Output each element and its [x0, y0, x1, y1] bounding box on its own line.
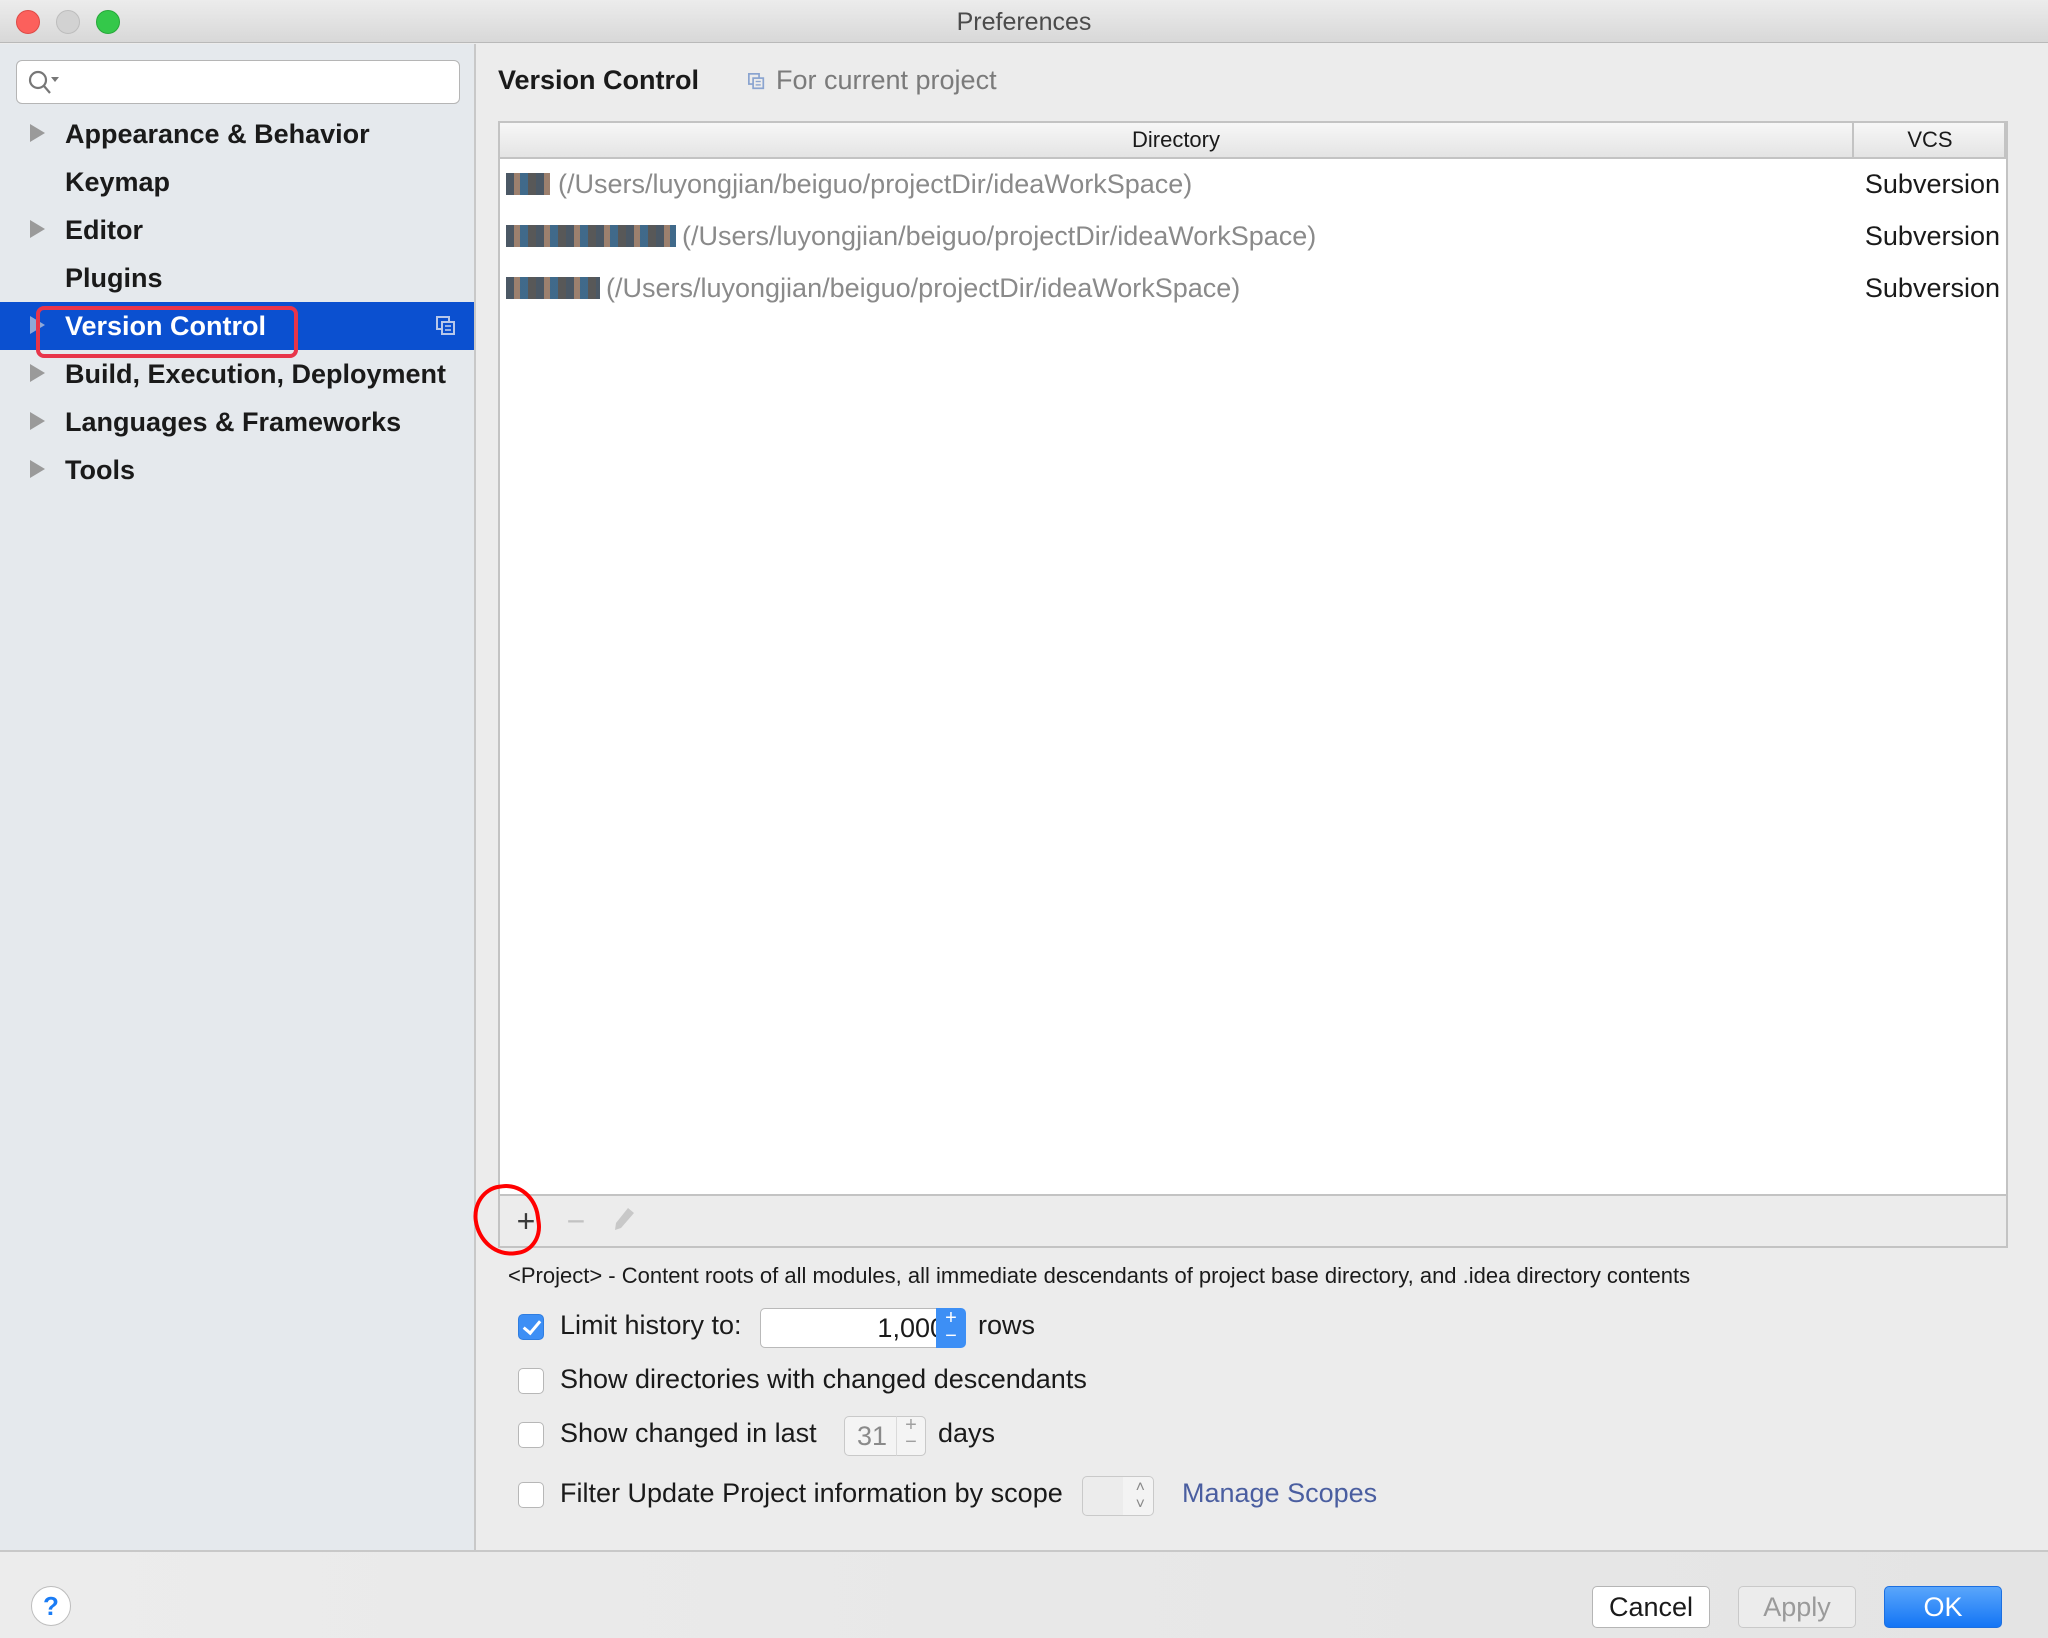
sidebar-item-editor[interactable]: Editor [0, 206, 474, 254]
sidebar-item-tools[interactable]: Tools [0, 446, 474, 494]
table-row[interactable]: (/Users/luyongjian/beiguo/projectDir/ide… [500, 211, 2006, 263]
settings-sidebar: Appearance & Behavior Keymap Editor Plug… [0, 44, 476, 1550]
dialog-footer: ? Cancel Apply OK [0, 1550, 2048, 1638]
sidebar-item-build-execution-deployment[interactable]: Build, Execution, Deployment [0, 350, 474, 398]
vcs-cell: Subversion [1864, 169, 2000, 199]
expand-arrow-icon[interactable] [30, 124, 45, 142]
sidebar-item-keymap[interactable]: Keymap [0, 158, 474, 206]
expand-arrow-icon[interactable] [30, 220, 45, 238]
obscured-project-name [506, 277, 600, 299]
directory-cell: (/Users/luyongjian/beiguo/projectDir/ide… [682, 221, 1317, 251]
vcs-cell: Subversion [1864, 273, 2000, 303]
scope-select[interactable]: ˄ ˅ [1082, 1476, 1154, 1516]
settings-content: Version Control For current project Dire… [469, 44, 2048, 1550]
remove-mapping-button[interactable]: − [558, 1204, 594, 1240]
cancel-button[interactable]: Cancel [1592, 1586, 1710, 1628]
show-changed-days-stepper[interactable]: + − [896, 1415, 926, 1456]
title-bar: Preferences [0, 0, 2048, 43]
settings-search-input[interactable] [16, 60, 460, 104]
obscured-project-name [506, 225, 676, 247]
table-toolbar: + − [498, 1196, 2008, 1248]
sidebar-item-plugins[interactable]: Plugins [0, 254, 474, 302]
project-scope-icon [436, 316, 455, 335]
column-header-vcs[interactable]: VCS [1856, 123, 2006, 157]
table-row[interactable]: (/Users/luyongjian/beiguo/projectDir/ide… [500, 263, 2006, 315]
expand-arrow-icon[interactable] [30, 364, 45, 382]
edit-mapping-button[interactable] [606, 1204, 642, 1240]
table-row[interactable]: (/Users/luyongjian/beiguo/projectDir/ide… [500, 159, 2006, 211]
project-hint-text: <Project> - Content roots of all modules… [508, 1263, 1691, 1288]
vcs-mappings-table: Directory VCS (/Users/luyongjian/beiguo/… [498, 121, 2008, 1196]
limit-history-stepper[interactable]: + − [936, 1308, 966, 1348]
project-scope-icon [748, 73, 765, 90]
page-title: Version Control [498, 65, 700, 95]
show-changed-checkbox[interactable] [518, 1422, 544, 1448]
ok-button[interactable]: OK [1884, 1586, 2002, 1628]
expand-arrow-icon[interactable] [30, 412, 45, 430]
sidebar-item-languages-frameworks[interactable]: Languages & Frameworks [0, 398, 474, 446]
search-icon [28, 70, 59, 94]
column-header-directory[interactable]: Directory [500, 123, 1854, 157]
table-header: Directory VCS [500, 123, 2006, 159]
scope-label: For current project [748, 65, 997, 96]
manage-scopes-link[interactable]: Manage Scopes [1182, 1478, 1377, 1509]
limit-history-input[interactable]: 1,000 [760, 1308, 956, 1348]
pencil-icon [615, 1208, 634, 1230]
window-title: Preferences [956, 8, 1092, 36]
expand-arrow-icon[interactable] [30, 460, 45, 478]
sidebar-item-appearance-behavior[interactable]: Appearance & Behavior [0, 110, 474, 158]
help-button[interactable]: ? [31, 1586, 71, 1626]
show-directories-checkbox[interactable] [518, 1368, 544, 1394]
obscured-project-name [506, 173, 550, 195]
filter-scope-checkbox[interactable] [518, 1482, 544, 1508]
directory-cell: (/Users/luyongjian/beiguo/projectDir/ide… [558, 169, 1193, 199]
apply-button[interactable]: Apply [1738, 1586, 1856, 1628]
directory-cell: (/Users/luyongjian/beiguo/projectDir/ide… [606, 273, 1241, 303]
vcs-cell: Subversion [1864, 221, 2000, 251]
limit-history-checkbox[interactable] [518, 1314, 544, 1340]
